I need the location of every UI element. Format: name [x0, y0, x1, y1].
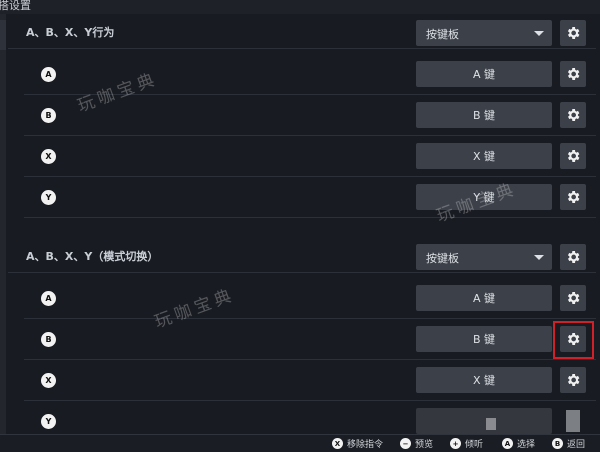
render-artifact	[486, 418, 496, 430]
settings-button-x-mode[interactable]	[560, 367, 586, 393]
b-button-icon: B	[552, 438, 563, 449]
gear-icon	[567, 374, 580, 386]
chevron-down-icon	[534, 31, 544, 36]
hint-label: 返回	[567, 440, 586, 450]
x-button-icon: X	[41, 149, 56, 164]
scroll-strip[interactable]	[0, 14, 6, 434]
hint-preview[interactable]: − 预览	[400, 437, 433, 450]
hint-label: 选择	[517, 440, 536, 450]
top-bar: 搭设置	[0, 0, 600, 14]
settings-button-y[interactable]	[560, 184, 586, 210]
gear-icon	[567, 27, 580, 39]
binding-button-x-mode[interactable]: X 键	[416, 367, 552, 393]
dropdown-value: 按键板	[426, 252, 459, 265]
gear-icon	[567, 251, 580, 263]
hint-listen[interactable]: + 倾听	[450, 437, 483, 450]
binding-button-a-mode[interactable]: A 键	[416, 285, 552, 311]
settings-button-abxy[interactable]	[560, 20, 586, 46]
plus-button-icon: +	[450, 438, 461, 449]
y-button-icon: Y	[41, 190, 56, 205]
hint-label: 移除指令	[347, 440, 384, 450]
settings-button-a-mode[interactable]	[560, 285, 586, 311]
section-title: A、B、X、Y行为	[26, 26, 115, 39]
binding-button-b[interactable]: B 键	[416, 102, 552, 128]
settings-button-abxy-mode[interactable]	[560, 244, 586, 270]
scroll-thumb[interactable]	[0, 20, 6, 50]
x-button-icon: X	[41, 373, 56, 388]
b-button-icon: B	[41, 108, 56, 123]
hint-label: 倾听	[465, 440, 484, 450]
dropdown-value: 按键板	[426, 28, 459, 41]
footer-hints: X 移除指令 − 预览 + 倾听 A 选择 B 返回	[0, 434, 600, 452]
render-artifact	[566, 410, 580, 432]
mode-dropdown-abxy[interactable]: 按键板	[416, 20, 552, 46]
y-button-icon: Y	[41, 414, 56, 429]
minus-button-icon: −	[400, 438, 411, 449]
hint-remove[interactable]: X 移除指令	[332, 437, 383, 450]
settings-button-b[interactable]	[560, 102, 586, 128]
gear-icon	[567, 109, 580, 121]
hint-back[interactable]: B 返回	[552, 437, 585, 450]
gear-icon	[567, 68, 580, 80]
mode-dropdown-abxy-mode[interactable]: 按键板	[416, 244, 552, 270]
highlight-box	[553, 321, 594, 359]
settings-button-a[interactable]	[560, 61, 586, 87]
settings-button-x[interactable]	[560, 143, 586, 169]
a-button-icon: A	[41, 67, 56, 82]
binding-button-x[interactable]: X 键	[416, 143, 552, 169]
binding-button-a[interactable]: A 键	[416, 61, 552, 87]
x-button-icon: X	[332, 438, 343, 449]
gear-icon	[567, 292, 580, 304]
a-button-icon: A	[41, 291, 56, 306]
binding-button-y-mode[interactable]	[416, 408, 552, 434]
gear-icon	[567, 191, 580, 203]
b-button-icon: B	[41, 332, 56, 347]
section-title: A、B、X、Y（模式切换）	[26, 250, 159, 263]
hint-label: 预览	[415, 440, 434, 450]
binding-button-b-mode[interactable]: B 键	[416, 326, 552, 352]
hint-select[interactable]: A 选择	[502, 437, 535, 450]
a-button-icon: A	[502, 438, 513, 449]
gear-icon	[567, 150, 580, 162]
page-title: 搭设置	[0, 0, 31, 12]
chevron-down-icon	[534, 255, 544, 260]
